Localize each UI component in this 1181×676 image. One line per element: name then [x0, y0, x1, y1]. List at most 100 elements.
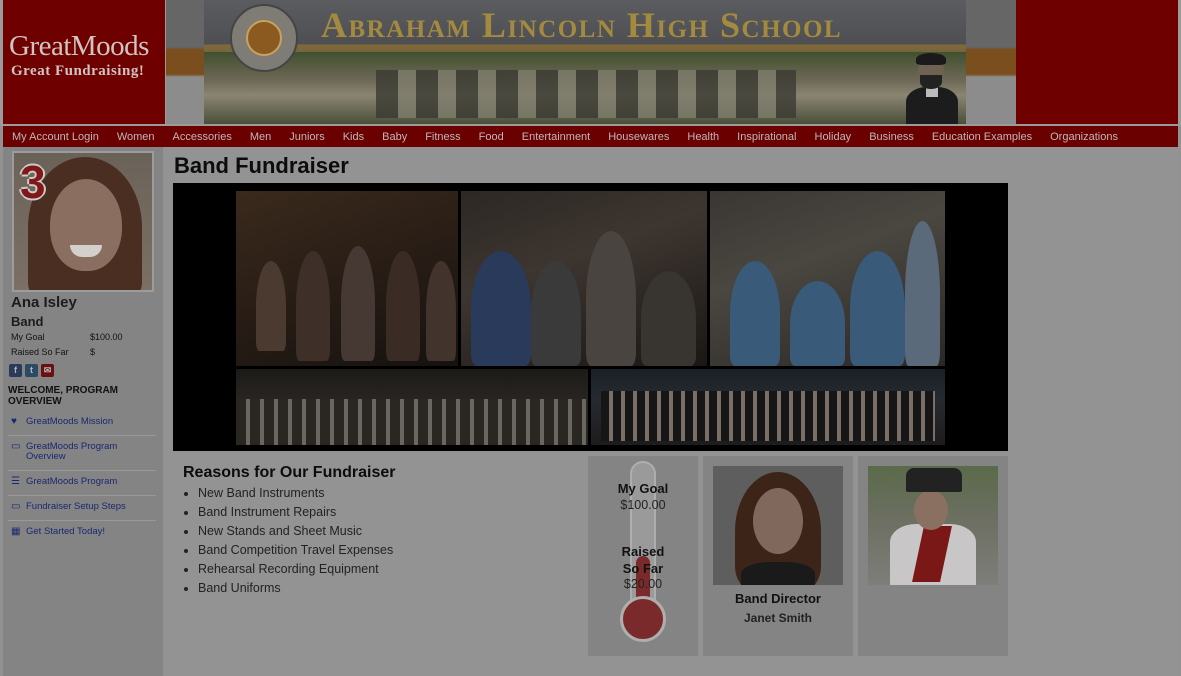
lincoln-beard	[920, 75, 942, 89]
email-icon[interactable]: ✉	[41, 364, 54, 377]
choir-photo	[591, 369, 945, 445]
raised-value: $	[90, 347, 96, 357]
nav-housewares[interactable]: Housewares	[608, 131, 669, 143]
musician-figure	[850, 251, 905, 366]
logo-main-text: GreatMoods	[9, 30, 149, 62]
thermometer-raised-label: Raised So Far	[621, 544, 665, 576]
thermometer-bulb	[620, 596, 666, 642]
heart-icon: ♥	[11, 416, 17, 427]
student-photo: 3	[12, 151, 154, 292]
main-nav: My Account Login Women Accessories Men J…	[3, 126, 1178, 147]
building-windows	[376, 70, 796, 118]
monitor-icon: ▭	[11, 501, 21, 512]
lincoln-portrait	[906, 53, 958, 124]
nav-women[interactable]: Women	[117, 131, 155, 143]
list-item: New Band Instruments	[198, 484, 393, 503]
sidebar-item-program[interactable]: ☰ GreatMoods Program	[8, 471, 156, 496]
raised-label: Raised So Far	[11, 347, 69, 357]
welcome-heading: WELCOME, PROGRAM OVERVIEW	[8, 385, 118, 407]
band-director-card: Band Director Janet Smith	[703, 456, 853, 656]
nav-my-account-login[interactable]: My Account Login	[12, 131, 99, 143]
nav-education-examples[interactable]: Education Examples	[932, 131, 1032, 143]
marching-band-photo	[868, 466, 998, 585]
logo-tagline: Great Fundraising!	[11, 63, 145, 79]
director-name: Janet Smith	[743, 611, 812, 625]
musician-figure	[730, 261, 780, 366]
sidebar: 3 Ana Isley Band My Goal $100.00 Raised …	[3, 147, 163, 676]
sidebar-item-label: GreatMoods Mission	[26, 416, 114, 427]
nav-food[interactable]: Food	[479, 131, 504, 143]
list-item: Rehearsal Recording Equipment	[198, 560, 393, 579]
monitor-icon: ▭	[11, 441, 21, 452]
nav-fitness[interactable]: Fitness	[425, 131, 460, 143]
nav-kids[interactable]: Kids	[343, 131, 364, 143]
thermometer-goal-value: $100.00	[620, 498, 666, 512]
nav-business[interactable]: Business	[869, 131, 914, 143]
sidebar-item-get-started[interactable]: ▦ Get Started Today!	[8, 521, 156, 545]
musician-figure	[296, 251, 330, 361]
student-face	[50, 179, 122, 271]
sidebar-item-mission[interactable]: ♥ GreatMoods Mission	[8, 411, 156, 436]
lincoln-hair	[916, 53, 946, 65]
sidebar-item-label: GreatMoods Program	[26, 476, 118, 487]
sidebar-item-setup-steps[interactable]: ▭ Fundraiser Setup Steps	[8, 496, 156, 521]
musician-figure	[256, 261, 286, 351]
orchestra-photo	[236, 191, 458, 366]
director-title: Band Director	[735, 591, 821, 606]
banner-stripe-right	[966, 0, 1016, 124]
thermometer-goal-label: My Goal	[617, 481, 669, 496]
facebook-icon[interactable]: f	[9, 364, 22, 377]
musician-figure	[790, 281, 845, 366]
greatmoods-logo[interactable]: GreatMoods Great Fundraising!	[3, 0, 165, 124]
page-title: Band Fundraiser	[174, 153, 349, 178]
shako-hat	[906, 468, 962, 492]
social-links: f t ✉	[9, 364, 54, 377]
twitter-icon[interactable]: t	[25, 364, 38, 377]
reasons-list: New Band Instruments Band Instrument Rep…	[198, 484, 393, 598]
nav-holiday[interactable]: Holiday	[815, 131, 852, 143]
trumpet-section-photo	[710, 191, 945, 366]
goal-label: My Goal	[11, 332, 45, 342]
banner-stripe-left	[166, 0, 204, 124]
nav-juniors[interactable]: Juniors	[289, 131, 324, 143]
musician-figure	[586, 231, 636, 366]
student-name: Ana Isley	[11, 294, 77, 311]
list-item: Band Instrument Repairs	[198, 503, 393, 522]
nav-baby[interactable]: Baby	[382, 131, 407, 143]
musician-figure	[531, 261, 581, 366]
sidebar-item-label: GreatMoods Program Overview	[26, 441, 118, 462]
band-photo-collage	[173, 183, 1008, 451]
musician-figure	[386, 251, 420, 361]
saxophone-players-photo	[461, 191, 707, 366]
director-face	[753, 488, 803, 554]
director-body	[741, 562, 815, 585]
sidebar-item-label: Get Started Today!	[26, 526, 106, 537]
musician-figure	[341, 246, 375, 361]
seal-emblem	[246, 20, 282, 56]
list-icon: ☰	[11, 476, 20, 487]
nav-men[interactable]: Men	[250, 131, 271, 143]
sidebar-menu: ♥ GreatMoods Mission ▭ GreatMoods Progra…	[8, 411, 156, 545]
musician-figure	[641, 271, 696, 366]
nav-inspirational[interactable]: Inspirational	[737, 131, 796, 143]
marching-band-card	[858, 456, 1008, 656]
fundraising-thermometer: My Goal $100.00 Raised So Far $20.00	[588, 456, 698, 656]
student-rank-badge: 3	[20, 156, 46, 208]
reasons-title: Reasons for Our Fundraiser	[183, 464, 396, 481]
musician-figure	[905, 221, 940, 366]
list-item: New Stands and Sheet Music	[198, 522, 393, 541]
concert-band-photo	[236, 369, 588, 445]
nav-entertainment[interactable]: Entertainment	[522, 131, 590, 143]
school-name: Abraham Lincoln High School	[321, 5, 843, 45]
bandmember-face	[914, 490, 948, 530]
list-item: Band Uniforms	[198, 579, 393, 598]
nav-health[interactable]: Health	[687, 131, 719, 143]
nav-organizations[interactable]: Organizations	[1050, 131, 1118, 143]
nav-accessories[interactable]: Accessories	[173, 131, 232, 143]
student-group: Band	[11, 314, 44, 329]
sidebar-item-program-overview[interactable]: ▭ GreatMoods Program Overview	[8, 436, 156, 471]
musician-figure	[471, 251, 531, 366]
main-content: Band Fundraiser Reasons for Our Fundrais…	[163, 147, 1178, 676]
school-seal	[230, 4, 298, 72]
list-item: Band Competition Travel Expenses	[198, 541, 393, 560]
